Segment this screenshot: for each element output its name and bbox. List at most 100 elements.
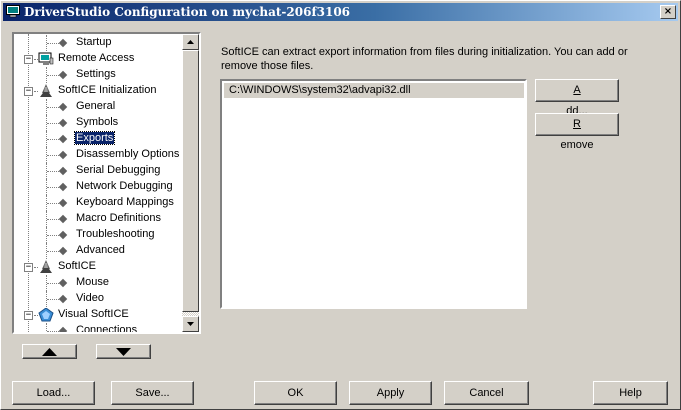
apply-button[interactable]: Apply [349,381,432,405]
scroll-thumb[interactable] [182,50,199,312]
diamond-bullet-icon [58,166,68,176]
visual-softice-icon [38,307,54,322]
help-button[interactable]: Help [593,381,668,405]
diamond-bullet-icon [58,70,68,80]
softice-icon [38,84,54,98]
tree-connector [47,139,59,140]
remove-button-label: Remove [560,118,594,151]
collapse-icon[interactable]: − [24,55,33,64]
scroll-down-button[interactable] [182,316,199,332]
tree-item-video[interactable]: Video [14,291,182,307]
tree-item-macro-definitions[interactable]: Macro Definitions [14,211,182,227]
move-down-button[interactable] [96,344,151,359]
tree-item-troubleshooting[interactable]: Troubleshooting [14,227,182,243]
tree-connector [47,235,59,236]
tree-item-label: Connections [76,324,138,332]
tree-connector [47,187,59,188]
tree-item-startup[interactable]: Startup [14,35,182,51]
up-triangle-icon [42,348,57,356]
tree-item-symbols[interactable]: Symbols [14,115,182,131]
settings-tree[interactable]: Startup − Remote Access Settings − SoftICE In… [12,32,201,334]
tree-item-label: Remote Access [58,52,135,64]
tree-item-keyboard-mappings[interactable]: Keyboard Mappings [14,195,182,211]
diamond-bullet-icon [58,150,68,160]
window-title: DriverStudio Configuration on mychat-206… [24,5,351,19]
title-bar[interactable]: DriverStudio Configuration on mychat-206… [3,3,678,21]
tree-item-visual-softice[interactable]: − Visual SoftICE [14,307,182,323]
tree-connector [47,203,59,204]
tree-item-serial-debugging[interactable]: Serial Debugging [14,163,182,179]
tree-connector [47,299,59,300]
ok-button[interactable]: OK [254,381,337,405]
tree-item-exports[interactable]: Exports [14,131,182,147]
tree-item-label: Network Debugging [76,180,173,192]
cancel-button[interactable]: Cancel [444,381,529,405]
scroll-up-arrow-icon [187,40,194,44]
save-button[interactable]: Save... [111,381,194,405]
diamond-bullet-icon [58,118,68,128]
tree-connector [47,155,59,156]
close-button[interactable]: × [660,5,676,19]
tree-item-softice-initialization[interactable]: − SoftICE Initialization [14,83,182,99]
collapse-icon[interactable]: − [24,263,33,272]
tree-item-disassembly-options[interactable]: Disassembly Options [14,147,182,163]
collapse-icon[interactable]: − [24,311,33,320]
tree-item-network-debugging[interactable]: Network Debugging [14,179,182,195]
tree-connector [47,107,59,108]
diamond-bullet-icon [58,198,68,208]
tree-item-general[interactable]: General [14,99,182,115]
load-button[interactable]: Load... [12,381,95,405]
tree-item-softice[interactable]: − SoftICE [14,259,182,275]
tree-item-settings[interactable]: Settings [14,67,182,83]
tree-item-label: Serial Debugging [76,164,161,176]
remove-button[interactable]: Remove [535,113,619,151]
tree-connector [47,75,59,76]
tree-item-advanced[interactable]: Advanced [14,243,182,259]
collapse-icon[interactable]: − [24,87,33,96]
apply-button-label: Apply [376,387,405,399]
tree-scrollbar[interactable] [182,34,199,332]
exports-description: SoftICE can extract export information f… [221,46,628,72]
diamond-bullet-icon [58,278,68,288]
down-triangle-icon [116,348,131,356]
tree-item-mouse[interactable]: Mouse [14,275,182,291]
tree-connector [47,331,59,332]
monitor-icon [38,52,54,66]
ok-button-label: OK [287,387,304,399]
tree-connector [47,43,59,44]
export-files-list[interactable]: C:\WINDOWS\system32\advapi32.dll [220,79,527,309]
tree-item-label: General [76,100,116,112]
list-item[interactable]: C:\WINDOWS\system32\advapi32.dll [224,83,524,98]
tree-item-label: Visual SoftICE [58,308,129,320]
diamond-bullet-icon [58,214,68,224]
help-button-label: Help [619,387,642,399]
scroll-down-arrow-icon [187,322,194,326]
tree-item-label: SoftICE [58,260,96,272]
softice-icon [38,260,54,274]
tree-item-label: Symbols [76,116,119,128]
tree-item-remote-access[interactable]: − Remote Access [14,51,182,67]
load-button-label: Load... [36,387,71,399]
driverstudio-app-icon [6,5,20,18]
tree-item-label: Video [76,292,104,304]
tree-connector [47,219,59,220]
tree-item-label: Macro Definitions [76,212,161,224]
tree-item-label: Mouse [76,276,110,288]
diamond-bullet-icon [58,246,68,256]
diamond-bullet-icon [58,230,68,240]
tree-item-connections[interactable]: Connections [14,323,182,332]
diamond-bullet-icon [58,182,68,192]
tree-item-label: Disassembly Options [76,148,180,160]
move-up-button[interactable] [22,344,77,359]
tree-connector [47,251,59,252]
tree-item-label: SoftICE Initialization [58,84,157,96]
scroll-up-button[interactable] [182,34,199,50]
tree-item-label: Keyboard Mappings [76,196,174,208]
close-icon: × [663,6,673,17]
tree-item-label: Settings [76,68,116,80]
tree-item-label: Troubleshooting [76,228,155,240]
diamond-bullet-icon [58,134,68,144]
tree-item-label: Exports [73,131,116,145]
add-button[interactable]: Add... [535,79,619,117]
configuration-window: DriverStudio Configuration on mychat-206… [0,0,681,410]
